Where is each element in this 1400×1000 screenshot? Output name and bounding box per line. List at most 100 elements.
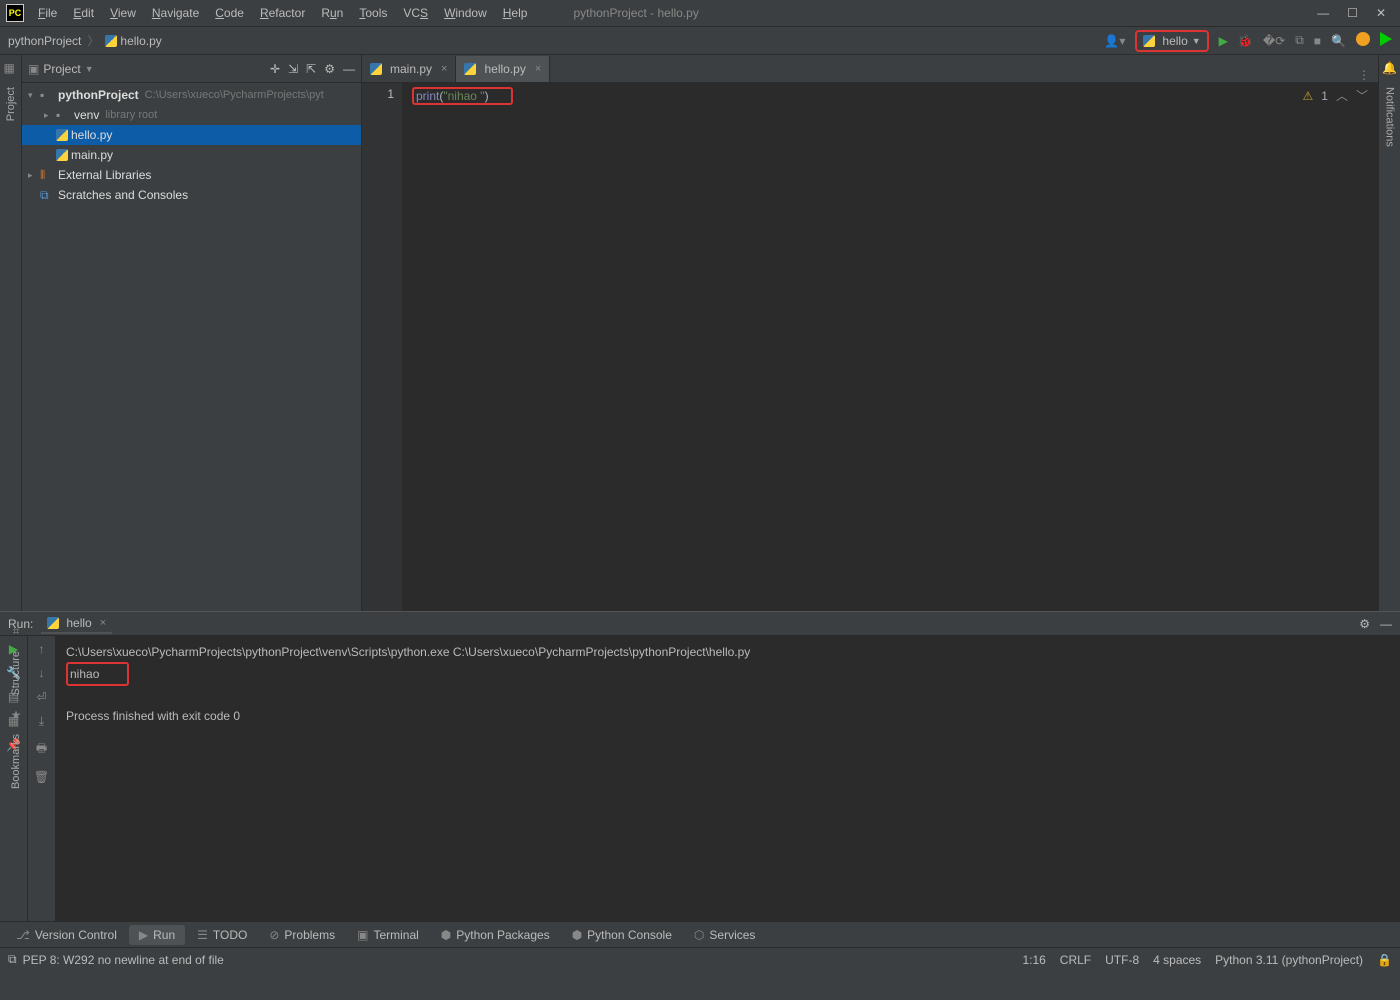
run-tab[interactable]: hello × bbox=[41, 614, 112, 634]
code-area[interactable]: print("nihao ") ⚠ 1 ︿ ﹀ bbox=[402, 83, 1378, 611]
stop-button[interactable]: ■ bbox=[1314, 34, 1321, 48]
folder-icon: ▪ bbox=[56, 108, 70, 122]
structure-rail-label[interactable]: Structure bbox=[10, 645, 22, 702]
scroll-end-icon[interactable]: ⤓ bbox=[39, 714, 44, 729]
project-view-dropdown-icon[interactable]: ▼ bbox=[85, 64, 94, 74]
run-button[interactable]: ▶ bbox=[1219, 34, 1228, 48]
notifications-rail-label[interactable]: Notifications bbox=[1384, 83, 1396, 151]
ide-updates-icon[interactable] bbox=[1356, 32, 1370, 49]
settings-icon[interactable]: ⚙ bbox=[324, 62, 335, 76]
close-tab-icon[interactable]: × bbox=[535, 63, 541, 75]
bottom-python-packages[interactable]: ⬢Python Packages bbox=[431, 925, 560, 945]
bottom-services[interactable]: ⬡Services bbox=[684, 925, 766, 945]
tab-options-icon[interactable]: ⋮ bbox=[1358, 68, 1378, 82]
run-tool-header: Run: hello × ⚙ — bbox=[0, 612, 1400, 636]
soft-wrap-icon[interactable]: ⏎ bbox=[36, 690, 46, 704]
prev-highlight-icon[interactable]: ︿ bbox=[1336, 87, 1348, 104]
tree-external-libraries[interactable]: ▸ ⦀ External Libraries bbox=[22, 165, 361, 185]
bottom-run[interactable]: ▶Run bbox=[129, 925, 185, 945]
hide-tool-icon[interactable]: — bbox=[343, 62, 355, 76]
bottom-todo[interactable]: ☰TODO bbox=[187, 925, 257, 945]
close-tab-icon[interactable]: × bbox=[441, 63, 447, 75]
close-button[interactable]: ✕ bbox=[1376, 6, 1386, 20]
run-output-highlight: nihao bbox=[66, 662, 129, 686]
project-tool-title[interactable]: Project bbox=[43, 62, 80, 76]
menu-navigate[interactable]: Navigate bbox=[146, 4, 205, 22]
breadcrumb-project[interactable]: pythonProject bbox=[8, 34, 81, 48]
run-coverage-button[interactable]: �⟳ bbox=[1263, 34, 1285, 48]
project-tree[interactable]: ▾ ▪ pythonProject C:\Users\xueco\Pycharm… bbox=[22, 83, 361, 611]
run-output[interactable]: C:\Users\xueco\PycharmProjects\pythonPro… bbox=[56, 636, 1400, 921]
bottom-problems[interactable]: ⊘Problems bbox=[259, 925, 345, 945]
bookmarks-icon[interactable]: ★ bbox=[11, 708, 22, 722]
menu-refactor[interactable]: Refactor bbox=[254, 4, 311, 22]
add-user-icon[interactable]: 👤▾ bbox=[1104, 34, 1125, 48]
python-icon bbox=[1143, 35, 1155, 47]
menu-help[interactable]: Help bbox=[497, 4, 534, 22]
up-stack-icon[interactable]: ↑ bbox=[39, 642, 45, 656]
maximize-button[interactable]: ☐ bbox=[1347, 6, 1358, 20]
bookmarks-rail-label[interactable]: Bookmarks bbox=[10, 728, 22, 795]
status-lock-icon[interactable]: 🔒 bbox=[1377, 953, 1392, 967]
menu-window[interactable]: Window bbox=[438, 4, 493, 22]
hide-run-icon[interactable]: — bbox=[1380, 617, 1392, 631]
tree-file-main[interactable]: main.py bbox=[22, 145, 361, 165]
expand-all-icon[interactable]: ⇲ bbox=[288, 62, 298, 76]
main-menu: File Edit View Navigate Code Refactor Ru… bbox=[32, 4, 533, 22]
close-run-tab-icon[interactable]: × bbox=[100, 617, 106, 629]
bottom-python-console[interactable]: ⬢Python Console bbox=[562, 925, 682, 945]
chevron-right-icon[interactable]: ▸ bbox=[44, 110, 56, 121]
debug-button[interactable]: 🐞 bbox=[1238, 34, 1253, 48]
chevron-right-icon[interactable]: ▸ bbox=[28, 170, 40, 181]
menu-tools[interactable]: Tools bbox=[353, 4, 393, 22]
menu-vcs[interactable]: VCS bbox=[397, 4, 434, 22]
clear-icon[interactable]: 🗑 bbox=[34, 770, 49, 784]
structure-icon[interactable]: ⌗ bbox=[13, 624, 20, 639]
next-highlight-icon[interactable]: ﹀ bbox=[1356, 87, 1368, 104]
bottom-vcs[interactable]: ⎇Version Control bbox=[6, 925, 127, 945]
status-icon[interactable]: ⧉ bbox=[8, 952, 17, 967]
status-interpreter[interactable]: Python 3.11 (pythonProject) bbox=[1215, 953, 1363, 967]
run-config-selector[interactable]: hello ▼ bbox=[1135, 30, 1208, 52]
status-line-separator[interactable]: CRLF bbox=[1060, 953, 1091, 967]
project-rail-label[interactable]: Project bbox=[5, 83, 17, 125]
project-tool-buttons: ✛ ⇲ ⇱ ⚙ — bbox=[270, 62, 355, 76]
run-settings-icon[interactable]: ⚙ bbox=[1359, 617, 1370, 631]
profile-button[interactable]: ⧉ bbox=[1295, 33, 1304, 48]
menu-view[interactable]: View bbox=[104, 4, 142, 22]
bottom-terminal[interactable]: ▣Terminal bbox=[347, 925, 429, 945]
tree-scratches[interactable]: ⧉ Scratches and Consoles bbox=[22, 185, 361, 205]
run-exit-line: Process finished with exit code 0 bbox=[66, 706, 1390, 726]
status-caret-position[interactable]: 1:16 bbox=[1022, 953, 1045, 967]
project-rail-icon[interactable]: ▦ bbox=[4, 61, 18, 75]
run-command-line: C:\Users\xueco\PycharmProjects\pythonPro… bbox=[66, 642, 1390, 662]
status-indent[interactable]: 4 spaces bbox=[1153, 953, 1201, 967]
left-tool-rail: ▦ Project bbox=[0, 55, 22, 611]
warning-icon[interactable]: ⚠ bbox=[1303, 89, 1314, 103]
editor-body[interactable]: 1 print("nihao ") ⚠ 1 ︿ ﹀ bbox=[362, 83, 1378, 611]
tree-file-hello[interactable]: hello.py bbox=[22, 125, 361, 145]
menu-code[interactable]: Code bbox=[209, 4, 250, 22]
tree-venv[interactable]: ▸ ▪ venv library root bbox=[22, 105, 361, 125]
menu-edit[interactable]: Edit bbox=[67, 4, 100, 22]
status-encoding[interactable]: UTF-8 bbox=[1105, 953, 1139, 967]
editor-tab-hello[interactable]: hello.py × bbox=[456, 56, 550, 82]
editor-tab-main[interactable]: main.py × bbox=[362, 56, 456, 82]
status-message: PEP 8: W292 no newline at end of file bbox=[23, 953, 1023, 967]
print-icon[interactable]: 🖶 bbox=[36, 739, 47, 760]
chevron-down-icon[interactable]: ▾ bbox=[28, 90, 40, 101]
tree-root[interactable]: ▾ ▪ pythonProject C:\Users\xueco\Pycharm… bbox=[22, 85, 361, 105]
search-everywhere-icon[interactable]: 🔍 bbox=[1331, 34, 1346, 48]
breadcrumb-file[interactable]: hello.py bbox=[105, 34, 161, 48]
services-icon: ⬡ bbox=[694, 928, 704, 942]
notifications-icon[interactable]: 🔔 bbox=[1382, 61, 1397, 75]
project-tool-window: ▣ Project ▼ ✛ ⇲ ⇱ ⚙ — ▾ ▪ pythonProject … bbox=[22, 55, 362, 611]
select-open-file-icon[interactable]: ✛ bbox=[270, 62, 280, 76]
menu-file[interactable]: File bbox=[32, 4, 63, 22]
down-stack-icon[interactable]: ↓ bbox=[39, 666, 45, 680]
menu-run[interactable]: Run bbox=[315, 4, 349, 22]
minimize-button[interactable]: — bbox=[1317, 6, 1329, 20]
tree-root-label: pythonProject bbox=[58, 88, 139, 102]
collapse-all-icon[interactable]: ⇱ bbox=[306, 62, 316, 76]
code-with-me-icon[interactable] bbox=[1380, 32, 1392, 49]
